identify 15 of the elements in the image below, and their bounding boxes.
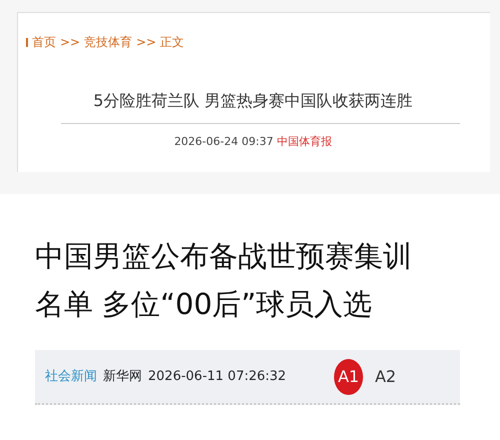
publish-date: 2026-06-11 07:26:32: [148, 368, 286, 386]
font-size-button[interactable]: A1: [334, 358, 363, 394]
headline: 中国男篮公布备战世预赛集训名单 多位“00后”球员入选: [35, 238, 413, 323]
marker-icon: [26, 38, 28, 46]
article-title: 5分险胜荷兰队 男篮热身赛中国队收获两连胜: [92, 90, 414, 112]
source-name: 新华网: [103, 368, 142, 386]
breadcrumb-link[interactable]: 首页: [32, 33, 56, 51]
publish-date: 2026-06-24 09:37: [174, 135, 274, 148]
breadcrumb-separator: >>: [136, 34, 156, 51]
category-link[interactable]: 社会新闻: [45, 366, 97, 386]
breadcrumb-link[interactable]: 竞技体育: [84, 33, 132, 51]
font-size-button[interactable]: A2: [371, 358, 400, 394]
breadcrumb-link[interactable]: 正文: [160, 33, 184, 51]
source-name: 中国体育报: [276, 135, 332, 148]
breadcrumb-separator: >>: [60, 34, 80, 51]
